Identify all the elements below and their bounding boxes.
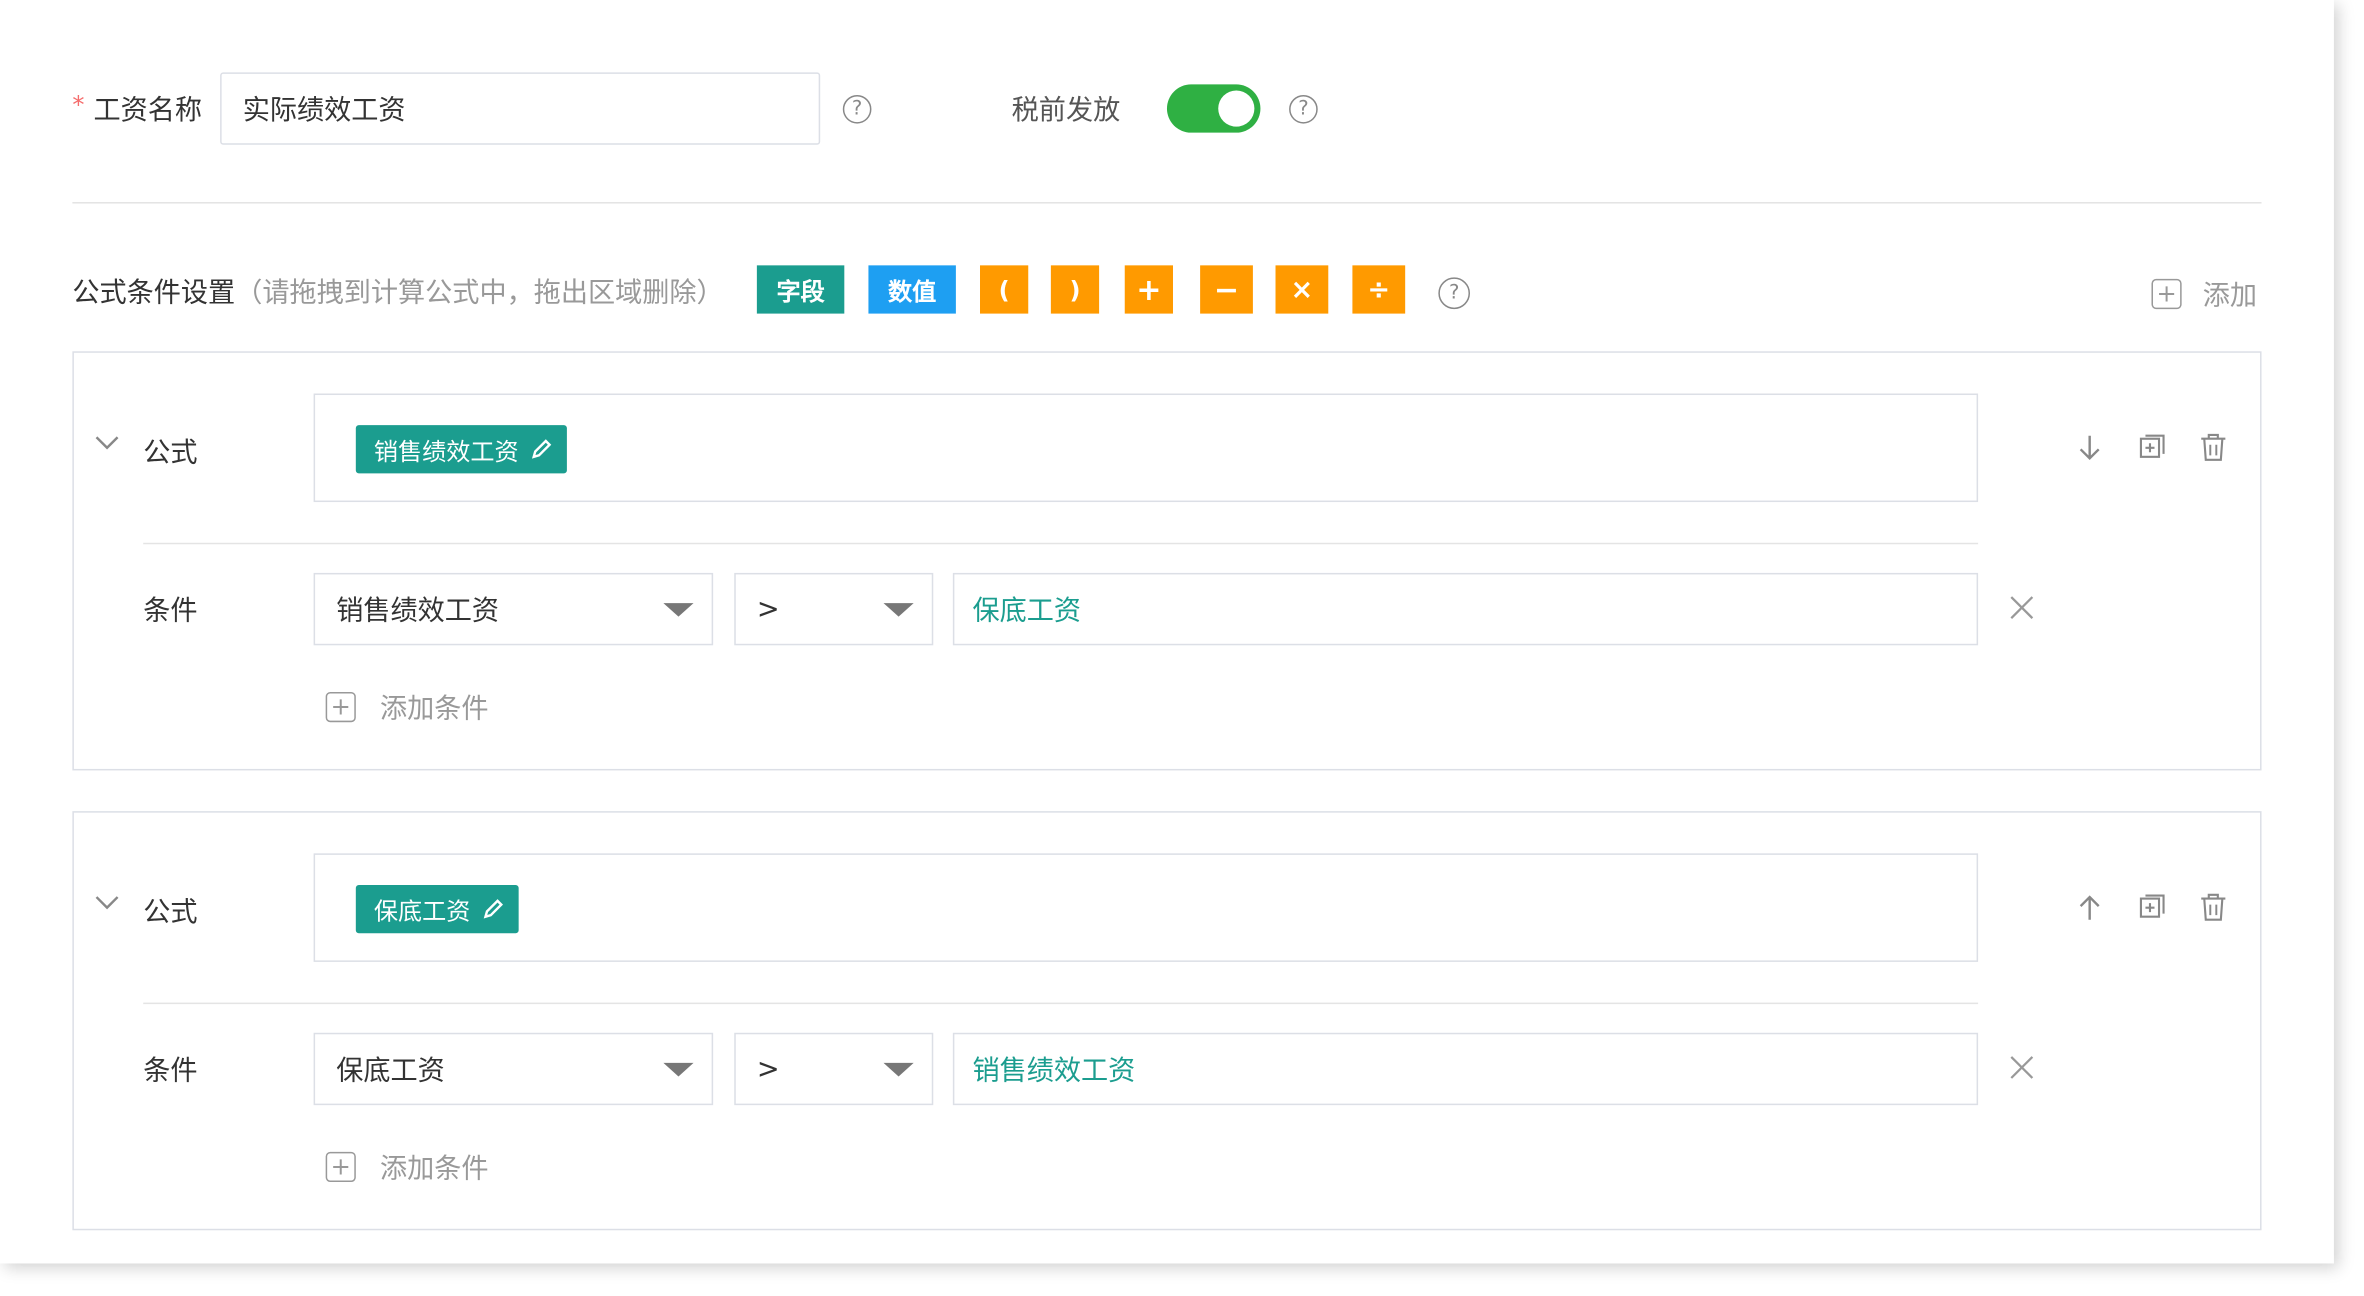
tag-lparen-button[interactable]: ( <box>980 265 1029 314</box>
salary-name-value: 实际绩效工资 <box>242 94 406 127</box>
formula-chip-label: 保底工资 <box>373 897 471 926</box>
add-formula-button[interactable]: + 添加 <box>2151 274 2257 313</box>
plus-square-icon: + <box>325 692 356 723</box>
required-mark: * <box>72 90 85 120</box>
tag-plus-button[interactable]: + <box>1124 265 1173 314</box>
chevron-down-icon[interactable] <box>92 428 122 458</box>
formula-dropzone[interactable]: 销售绩效工资 <box>313 393 1979 503</box>
add-condition-button[interactable]: + 添加条件 <box>325 1147 489 1186</box>
chevron-down-icon[interactable] <box>92 888 122 918</box>
add-condition-button[interactable]: + 添加条件 <box>325 688 489 727</box>
tag-field-button[interactable]: 字段 <box>756 265 845 314</box>
divider <box>143 1002 1979 1005</box>
formula-settings-title: 公式条件设置 <box>72 277 236 310</box>
formula-chip[interactable]: 保底工资 <box>355 885 519 934</box>
condition-field-select[interactable]: 保底工资 <box>313 1032 714 1106</box>
condition-field-select[interactable]: 销售绩效工资 <box>313 572 714 646</box>
help-icon[interactable]: ? <box>842 94 872 124</box>
formula-settings-hint: （请拖拽到计算公式中，拖出区域删除） <box>235 277 724 310</box>
help-icon[interactable]: ? <box>1289 94 1318 124</box>
pretax-label: 税前发放 <box>1011 94 1121 127</box>
compare-value-input[interactable]: 保底工资 <box>952 572 1979 646</box>
operator-value: > <box>756 593 780 625</box>
pencil-icon[interactable] <box>482 899 504 920</box>
add-condition-label: 添加条件 <box>379 1153 489 1186</box>
divider <box>72 202 2262 204</box>
operator-value: > <box>756 1053 780 1085</box>
tag-divide-button[interactable]: ÷ <box>1352 265 1406 314</box>
trash-icon[interactable] <box>2198 431 2228 461</box>
form-card: * 工资名称 实际绩效工资 ? 税前发放 ? 公式条件设置 （请拖拽到计算公式中… <box>0 0 2334 1264</box>
tag-minus-button[interactable]: − <box>1200 265 1253 314</box>
condition-field-value: 销售绩效工资 <box>336 595 500 628</box>
formula-label: 公式 <box>143 437 198 469</box>
toggle-knob <box>1218 90 1255 127</box>
copy-icon[interactable] <box>2136 891 2166 921</box>
trash-icon[interactable] <box>2198 891 2228 921</box>
condition-label: 条件 <box>143 1055 198 1088</box>
operator-select[interactable]: > <box>734 1032 934 1106</box>
formula-block-1: 公式 销售绩效工资 条件 销售绩效工资 > 保底工资 + 添加条件 <box>72 351 2262 771</box>
formula-chip[interactable]: 销售绩效工资 <box>355 425 567 474</box>
compare-value: 销售绩效工资 <box>972 1055 1136 1088</box>
copy-icon[interactable] <box>2136 431 2166 461</box>
tag-times-button[interactable]: × <box>1275 265 1329 314</box>
operator-select[interactable]: > <box>734 572 934 646</box>
close-icon[interactable] <box>2008 1054 2035 1081</box>
close-icon[interactable] <box>2008 594 2035 621</box>
caret-down-icon <box>663 1062 694 1077</box>
caret-down-icon <box>663 603 694 617</box>
pretax-toggle[interactable] <box>1166 84 1261 133</box>
compare-value-input[interactable]: 销售绩效工资 <box>952 1032 1979 1106</box>
salary-name-input[interactable]: 实际绩效工资 <box>220 72 821 145</box>
formula-dropzone[interactable]: 保底工资 <box>313 853 1979 962</box>
pencil-icon[interactable] <box>531 439 552 460</box>
condition-label: 条件 <box>143 595 198 628</box>
tag-rparen-button[interactable]: ) <box>1050 265 1100 314</box>
formula-chip-label: 销售绩效工资 <box>373 437 519 466</box>
tag-value-button[interactable]: 数值 <box>868 265 956 314</box>
add-condition-label: 添加条件 <box>379 693 489 726</box>
divider <box>143 542 1979 545</box>
salary-name-label: 工资名称 <box>93 94 203 127</box>
formula-label: 公式 <box>143 897 198 929</box>
arrow-down-icon[interactable] <box>2075 431 2105 464</box>
caret-down-icon <box>883 603 914 617</box>
formula-block-2: 公式 保底工资 条件 保底工资 > 销售绩效工资 + 添加条件 <box>72 811 2262 1231</box>
caret-down-icon <box>883 1062 914 1077</box>
arrow-up-icon[interactable] <box>2075 891 2105 924</box>
plus-square-icon: + <box>325 1151 356 1183</box>
add-formula-label: 添加 <box>2202 280 2258 313</box>
condition-field-value: 保底工资 <box>336 1055 445 1088</box>
help-icon[interactable]: ? <box>1438 277 1471 310</box>
compare-value: 保底工资 <box>972 595 1082 628</box>
plus-square-icon: + <box>2151 278 2182 310</box>
